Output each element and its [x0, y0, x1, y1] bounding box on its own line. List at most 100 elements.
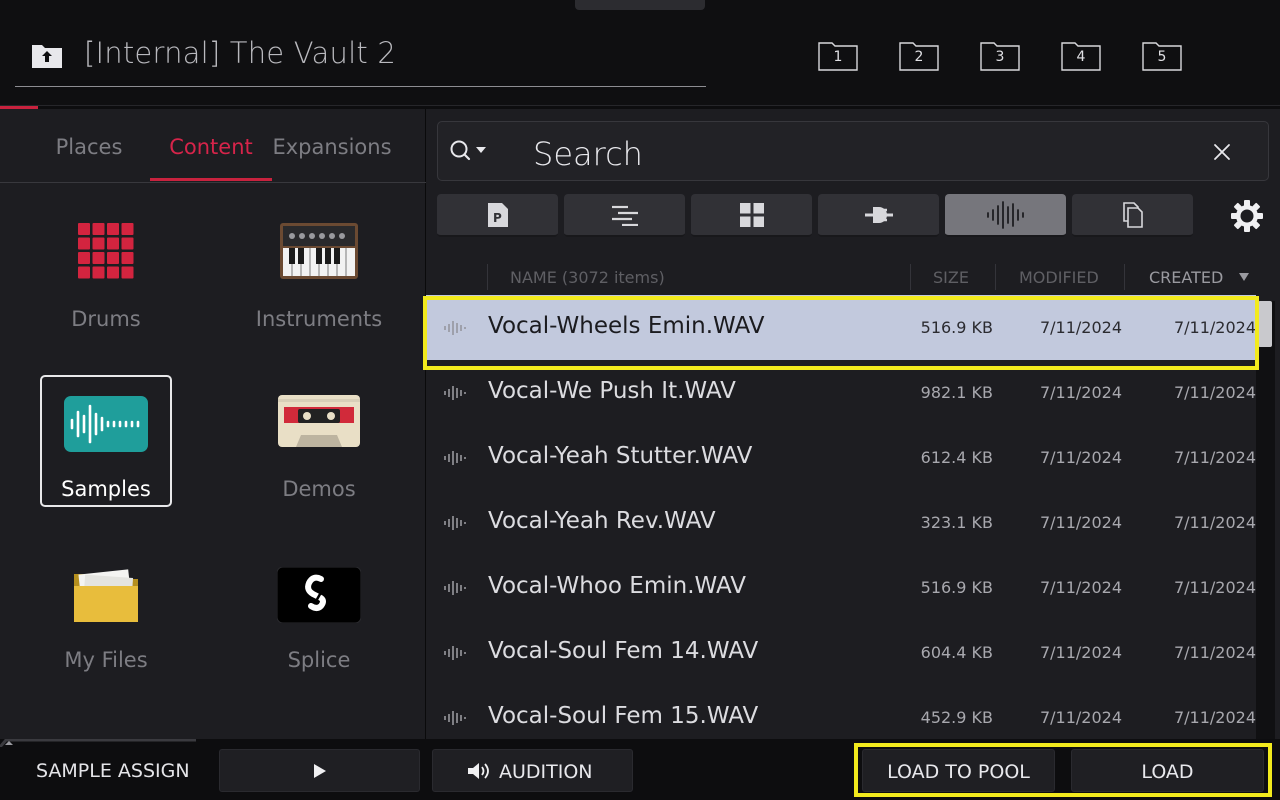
- file-name: Vocal-Yeah Stutter.WAV: [488, 443, 753, 469]
- filter-sequences-button[interactable]: [564, 194, 685, 237]
- audio-file-icon: [444, 646, 466, 660]
- column-separator: [487, 264, 488, 290]
- file-name: Vocal-Whoo Emin.WAV: [488, 573, 746, 599]
- folder-up-icon[interactable]: [31, 41, 63, 69]
- search-input[interactable]: Search: [533, 135, 643, 173]
- file-name: Vocal-Yeah Rev.WAV: [488, 508, 716, 534]
- tile-label: Instruments: [255, 307, 383, 331]
- audition-label: AUDITION: [499, 761, 593, 783]
- filter-all-files-button[interactable]: [1072, 194, 1193, 237]
- audio-file-icon: [444, 581, 466, 595]
- load-to-pool-label: LOAD TO POOL: [887, 761, 1030, 783]
- tile-my-files[interactable]: My Files: [40, 546, 172, 678]
- top-bar: [Internal] The Vault 2 1 2 3 4 5: [0, 0, 1280, 106]
- folder-shortcut-5[interactable]: 5: [1142, 40, 1182, 71]
- folder-icon: [74, 569, 138, 622]
- sample-assign-button[interactable]: SAMPLE ASSIGN: [36, 760, 190, 782]
- file-size: 982.1 KB: [920, 383, 993, 402]
- tile-demos[interactable]: Demos: [253, 375, 385, 507]
- file-created: 7/11/2024: [1173, 578, 1256, 597]
- tile-instruments[interactable]: Instruments: [253, 205, 385, 337]
- load-label: LOAD: [1141, 761, 1194, 783]
- file-modified: 7/11/2024: [1039, 643, 1123, 662]
- file-size: 604.4 KB: [920, 643, 993, 662]
- file-size: 323.1 KB: [920, 513, 993, 532]
- file-modified: 7/11/2024: [1039, 578, 1123, 597]
- file-created: 7/11/2024: [1173, 643, 1256, 662]
- load-button[interactable]: LOAD: [1071, 749, 1264, 792]
- copy-icon: [1122, 201, 1143, 228]
- keyboard-icon: [280, 223, 358, 279]
- splice-logo-icon: [277, 567, 361, 623]
- search-options-icon[interactable]: [449, 139, 491, 165]
- waveform-icon: [64, 396, 148, 452]
- current-path[interactable]: [Internal] The Vault 2: [84, 36, 396, 70]
- tile-label: Splice: [287, 648, 351, 672]
- gear-icon[interactable]: [1231, 200, 1263, 232]
- column-modified-header[interactable]: MODIFIED: [1019, 268, 1099, 287]
- file-name: Vocal-Wheels Emin.WAV: [488, 313, 765, 339]
- active-tab-indicator: [150, 178, 272, 181]
- file-modified: 7/11/2024: [1039, 708, 1123, 727]
- filter-plugins-button[interactable]: [818, 194, 939, 237]
- filter-programs-button[interactable]: P: [437, 194, 558, 237]
- speaker-icon: [468, 763, 489, 779]
- audition-button[interactable]: AUDITION: [432, 749, 633, 792]
- table-row[interactable]: Vocal-Yeah Rev.WAV 323.1 KB 7/11/2024 7/…: [426, 490, 1256, 555]
- column-name-header[interactable]: NAME (3072 items): [510, 268, 665, 287]
- file-size: 516.9 KB: [920, 578, 993, 597]
- audio-file-icon: [444, 321, 466, 335]
- table-header: NAME (3072 items) SIZE MODIFIED CREATED: [426, 259, 1280, 295]
- column-created-header[interactable]: CREATED: [1149, 268, 1223, 287]
- audio-file-icon: [444, 711, 466, 725]
- sample-assign-handle[interactable]: [0, 739, 200, 747]
- folder-shortcut-1[interactable]: 1: [818, 40, 858, 71]
- tile-label: My Files: [64, 648, 148, 672]
- folder-shortcut-2[interactable]: 2: [899, 40, 939, 71]
- scrollbar-thumb[interactable]: [1258, 301, 1272, 347]
- folder-shortcut-3[interactable]: 3: [980, 40, 1020, 71]
- scrollbar-track[interactable]: [1256, 301, 1275, 739]
- play-button[interactable]: [219, 749, 420, 792]
- table-row[interactable]: Vocal-Yeah Stutter.WAV 612.4 KB 7/11/202…: [426, 425, 1256, 490]
- folder-shortcut-4[interactable]: 4: [1061, 40, 1101, 71]
- file-modified: 7/11/2024: [1039, 318, 1123, 337]
- file-modified: 7/11/2024: [1039, 383, 1123, 402]
- column-size-header[interactable]: SIZE: [933, 268, 969, 287]
- file-size: 452.9 KB: [920, 708, 993, 727]
- load-to-pool-button[interactable]: LOAD TO POOL: [862, 749, 1055, 792]
- file-created: 7/11/2024: [1173, 708, 1256, 727]
- table-row[interactable]: Vocal-Whoo Emin.WAV 516.9 KB 7/11/2024 7…: [426, 555, 1256, 620]
- tile-samples[interactable]: Samples: [40, 375, 172, 507]
- file-size: 612.4 KB: [920, 448, 993, 467]
- file-name: Vocal-Soul Fem 14.WAV: [488, 638, 759, 664]
- folder-shortcut-label: 3: [995, 49, 1005, 65]
- content-panel: Places Content Expansions Drums Instrume…: [0, 109, 426, 739]
- grid-icon: [739, 202, 764, 227]
- tile-label: Demos: [282, 477, 356, 501]
- folder-shortcut-label: 1: [833, 49, 843, 65]
- plugin-icon: [864, 206, 893, 223]
- tab-places[interactable]: Places: [44, 135, 134, 159]
- tile-drums[interactable]: Drums: [40, 205, 172, 337]
- bottom-bar: SAMPLE ASSIGN AUDITION LOAD TO POOL LOAD: [0, 739, 1280, 800]
- table-row[interactable]: Vocal-Wheels Emin.WAV 516.9 KB 7/11/2024…: [426, 295, 1256, 360]
- table-row[interactable]: Vocal-Soul Fem 15.WAV 452.9 KB 7/11/2024…: [426, 685, 1256, 739]
- divider: [0, 105, 1280, 106]
- file-name: Vocal-Soul Fem 15.WAV: [488, 703, 759, 729]
- sort-descending-icon[interactable]: [1238, 272, 1250, 282]
- clear-search-icon[interactable]: [1213, 143, 1231, 161]
- top-drawer-handle[interactable]: [575, 0, 705, 10]
- table-row[interactable]: Vocal-Soul Fem 14.WAV 604.4 KB 7/11/2024…: [426, 620, 1256, 685]
- tile-splice[interactable]: Splice: [253, 546, 385, 678]
- audio-file-icon: [444, 516, 466, 530]
- table-row[interactable]: Vocal-We Push It.WAV 982.1 KB 7/11/2024 …: [426, 360, 1256, 425]
- search-box[interactable]: Search: [437, 121, 1269, 181]
- tab-expansions[interactable]: Expansions: [272, 135, 392, 159]
- column-separator: [995, 264, 996, 290]
- cassette-icon: [278, 395, 360, 447]
- file-modified: 7/11/2024: [1039, 448, 1123, 467]
- filter-kits-button[interactable]: [691, 194, 812, 237]
- tab-content[interactable]: Content: [150, 135, 272, 159]
- filter-samples-button[interactable]: [945, 194, 1066, 237]
